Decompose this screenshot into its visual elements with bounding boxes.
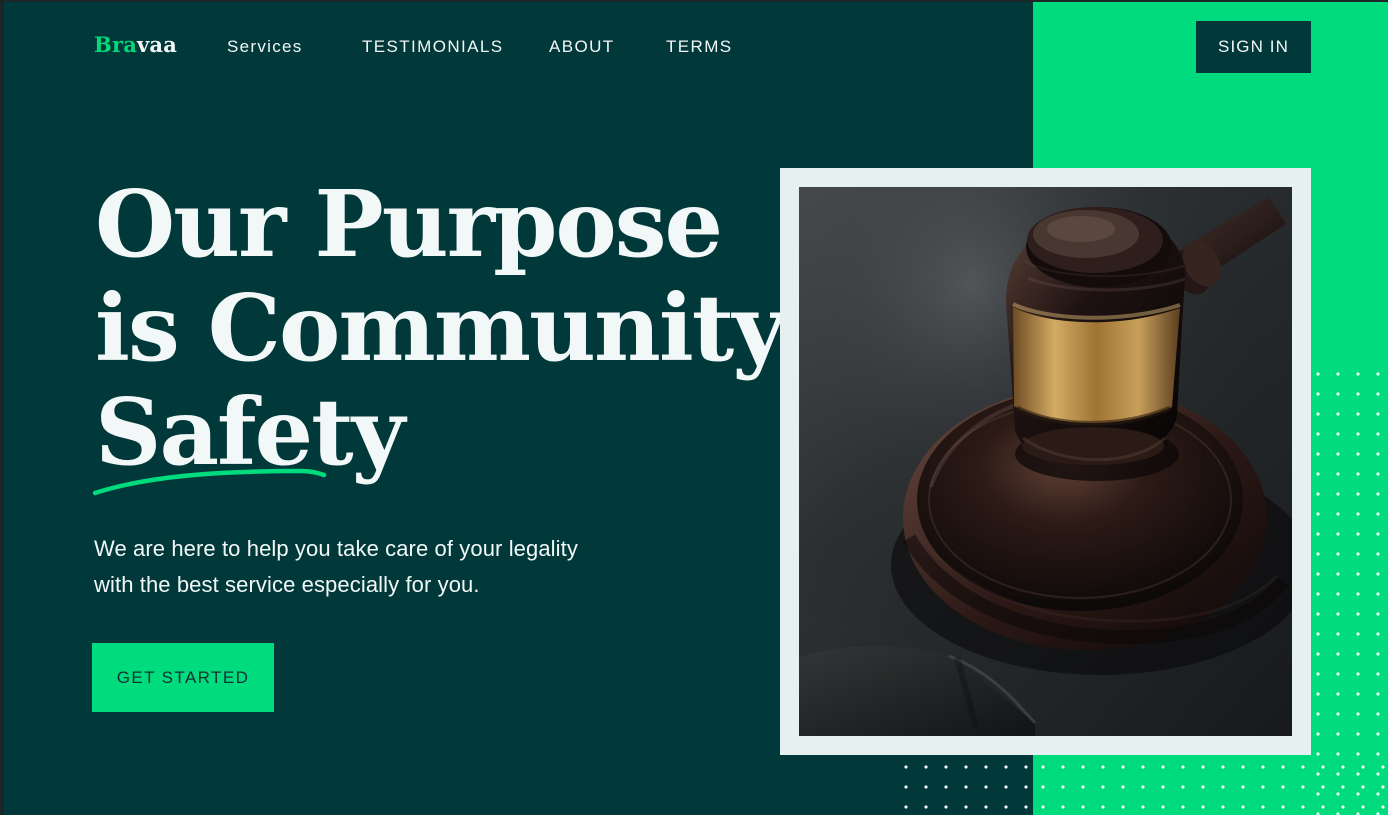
left-border bbox=[0, 0, 4, 815]
brand-logo-text: vaa bbox=[137, 32, 178, 57]
hero-image bbox=[799, 187, 1292, 736]
gavel-image bbox=[799, 187, 1292, 736]
nav-link-services[interactable]: Services bbox=[227, 38, 303, 55]
hero-image-card bbox=[780, 168, 1311, 755]
hero-description-line-2: with the best service especially for you… bbox=[94, 572, 480, 597]
nav-link-testimonials[interactable]: TESTIMONIALS bbox=[362, 38, 504, 55]
hero-description-line-1: We are here to help you take care of you… bbox=[94, 536, 578, 561]
landing-page: Bravaa Services TESTIMONIALS ABOUT TERMS… bbox=[0, 0, 1388, 815]
sign-in-button[interactable]: SIGN IN bbox=[1196, 21, 1311, 73]
get-started-button[interactable]: GET STARTED bbox=[92, 643, 274, 712]
hero-description: We are here to help you take care of you… bbox=[94, 531, 674, 603]
hero-title-line-2: is Community bbox=[95, 274, 786, 382]
dot-pattern-bottom-left bbox=[896, 757, 1033, 815]
hero-title: Our Purpose is Community Safety bbox=[95, 170, 786, 486]
dot-pattern-right bbox=[1308, 364, 1388, 815]
nav-link-about[interactable]: ABOUT bbox=[549, 38, 615, 55]
hero-title-line-3: Safety bbox=[95, 378, 405, 486]
dot-pattern-bottom-right bbox=[1033, 757, 1388, 815]
hero-title-line-1: Our Purpose bbox=[95, 170, 723, 278]
brand-logo-accent: Bra bbox=[94, 32, 138, 57]
nav-link-terms[interactable]: TERMS bbox=[666, 38, 733, 55]
brand-logo[interactable]: Bravaa bbox=[94, 34, 177, 55]
